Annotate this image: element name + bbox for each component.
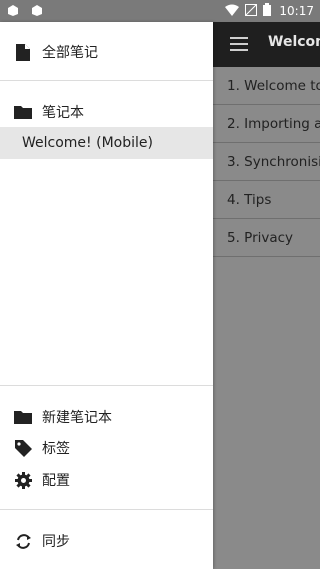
notification-icon [6,3,20,20]
config-label: 配置 [42,473,70,489]
sync-item[interactable]: 同步 [0,528,213,554]
app-title: Welcom [268,34,320,50]
divider [0,80,213,81]
file-icon [14,43,32,61]
all-notes-label: 全部笔记 [42,45,98,61]
status-bar: 10:17 [0,0,320,22]
note-item[interactable]: 1. Welcome to [213,67,320,105]
notebook-item-label: Welcome! (Mobile) [22,135,153,151]
battery-icon [263,3,272,19]
config-item[interactable]: 配置 [0,467,213,493]
notification-icon [30,3,44,20]
folder-icon [14,103,32,121]
note-list: 1. Welcome to 2. Importing ar 3. Synchro… [213,67,320,257]
note-item[interactable]: 4. Tips [213,181,320,219]
new-notebook-label: 新建笔记本 [42,410,112,426]
note-item[interactable]: 5. Privacy [213,219,320,257]
notebooks-header-label: 笔记本 [42,105,84,121]
sync-icon [14,532,32,550]
sync-label: 同步 [42,534,70,550]
notebook-item-welcome[interactable]: Welcome! (Mobile) [0,127,213,159]
signal-icon [245,3,258,19]
new-notebook-item[interactable]: 新建笔记本 [0,404,213,430]
notebooks-header: 笔记本 [0,99,213,125]
tag-icon [14,439,32,457]
hamburger-menu-icon[interactable] [230,36,248,55]
navigation-drawer: 全部笔记 笔记本 Welcome! (Mobile) 新建笔记本 标签 配置 同… [0,22,213,569]
divider [0,509,213,510]
wifi-icon [225,4,240,19]
note-item[interactable]: 2. Importing ar [213,105,320,143]
gear-icon [14,471,32,489]
tags-label: 标签 [42,441,70,457]
divider [0,385,213,386]
note-item[interactable]: 3. Synchronisin [213,143,320,181]
folder-icon [14,408,32,426]
tags-item[interactable]: 标签 [0,435,213,461]
status-time: 10:17 [279,4,314,18]
all-notes-item[interactable]: 全部笔记 [0,39,213,65]
